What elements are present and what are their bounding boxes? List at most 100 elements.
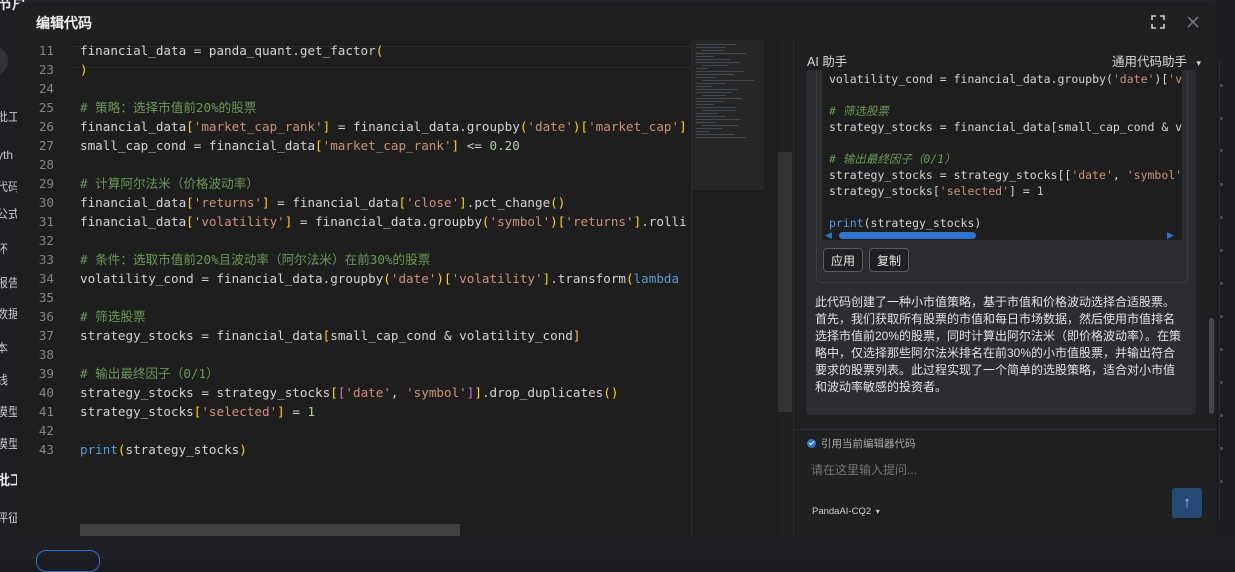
minimap-line bbox=[696, 56, 714, 57]
code-text: print(strategy_stocks) bbox=[80, 442, 247, 457]
model-label: PandaAI-CQ2 bbox=[812, 506, 872, 517]
code-line[interactable]: 41 strategy_stocks['selected'] = 1 bbox=[17, 402, 707, 421]
line-number: 11 bbox=[38, 43, 54, 58]
minimap[interactable] bbox=[691, 40, 780, 536]
minimap-line bbox=[702, 110, 736, 111]
checkbox-checked-icon bbox=[807, 439, 816, 448]
ai-code-block: volatility_cond = financial_data.groupby… bbox=[822, 70, 1182, 240]
background-dot bbox=[1220, 84, 1223, 87]
background-avatar bbox=[0, 46, 8, 76]
close-icon[interactable] bbox=[1185, 14, 1201, 30]
line-number: 39 bbox=[38, 366, 54, 381]
minimap-line bbox=[696, 113, 718, 114]
code-line[interactable]: 28 bbox=[17, 155, 707, 174]
background-button[interactable] bbox=[36, 550, 100, 572]
code-line[interactable]: 39 # 输出最终因子（0/1） bbox=[17, 364, 707, 383]
line-number: 34 bbox=[38, 271, 54, 286]
expand-icon[interactable] bbox=[1150, 14, 1166, 30]
background-dot bbox=[1220, 381, 1223, 384]
background-dot bbox=[1220, 447, 1223, 450]
minimap-line bbox=[696, 137, 746, 138]
minimap-line bbox=[696, 71, 744, 72]
background-bottom-bar bbox=[0, 536, 1235, 559]
send-button[interactable]: ↑ bbox=[1172, 488, 1202, 518]
minimap-line bbox=[702, 65, 728, 66]
reference-editor-code-toggle[interactable]: 引用当前编辑器代码 bbox=[807, 436, 916, 451]
code-line[interactable]: 35 bbox=[17, 288, 707, 307]
minimap-line bbox=[696, 134, 734, 135]
code-line[interactable]: 32 bbox=[17, 231, 707, 250]
code-line[interactable]: 30 financial_data['returns'] = financial_… bbox=[17, 193, 707, 212]
minimap-line bbox=[696, 119, 740, 120]
modal-header: 编辑代码 bbox=[17, 2, 1216, 40]
scroll-right-icon[interactable]: ▶ bbox=[1167, 230, 1174, 240]
chevron-down-icon: ▾ bbox=[875, 507, 880, 516]
code-line[interactable]: 43 print(strategy_stocks) bbox=[17, 440, 707, 459]
minimap-line bbox=[696, 104, 714, 105]
code-line[interactable]: 38 bbox=[17, 345, 707, 364]
assistant-selector-label: 通用代码助手 bbox=[1112, 55, 1188, 69]
ai-assistant-panel: AI 助手 通用代码助手 ▾ volatility_cond = financi… bbox=[793, 40, 1216, 536]
line-number: 41 bbox=[38, 404, 54, 419]
scroll-left-icon[interactable]: ◀ bbox=[825, 230, 832, 240]
minimap-line bbox=[696, 128, 722, 129]
background-dot bbox=[1220, 216, 1223, 219]
ai-message: volatility_cond = financial_data.groupby… bbox=[806, 70, 1196, 415]
code-text: financial_data['returns'] = financial_da… bbox=[80, 195, 566, 210]
ai-code-line: strategy_stocks = financial_data[small_c… bbox=[829, 120, 1182, 134]
minimap-line bbox=[696, 101, 724, 102]
line-number: 32 bbox=[38, 233, 54, 248]
code-line[interactable]: 23) bbox=[17, 60, 707, 79]
background-dot bbox=[1220, 348, 1223, 351]
code-line[interactable]: 40 strategy_stocks = strategy_stocks[['da… bbox=[17, 383, 707, 402]
background-dot bbox=[1220, 315, 1223, 318]
code-line[interactable]: 26 financial_data['market_cap_rank'] = fi… bbox=[17, 117, 707, 136]
editor-vertical-scrollbar[interactable] bbox=[778, 152, 792, 412]
editor-horizontal-scrollbar[interactable] bbox=[80, 524, 460, 536]
minimap-line bbox=[696, 68, 708, 69]
code-line[interactable]: 33 # 条件：选取市值前20%且波动率（阿尔法米）在前30%的股票 bbox=[17, 250, 707, 269]
ai-code-card: volatility_cond = financial_data.groupby… bbox=[816, 70, 1188, 283]
code-line[interactable]: 25 # 策略：选择市值前20%的股票 bbox=[17, 98, 707, 117]
code-line[interactable]: 37 strategy_stocks = financial_data[small… bbox=[17, 326, 707, 345]
line-number: 33 bbox=[38, 252, 54, 267]
minimap-line bbox=[696, 59, 730, 60]
ai-input-divider bbox=[794, 429, 1216, 430]
code-text: small_cap_cond = financial_data['market_… bbox=[80, 138, 520, 153]
minimap-line bbox=[696, 47, 726, 48]
code-line[interactable]: 11 financial_data = panda_quant.get_facto… bbox=[17, 41, 707, 60]
code-text: # 条件：选取市值前20%且波动率（阿尔法米）在前30%的股票 bbox=[80, 252, 431, 267]
minimap-line bbox=[696, 89, 738, 90]
code-text: strategy_stocks = financial_data[small_c… bbox=[80, 328, 581, 343]
minimap-line bbox=[702, 80, 754, 81]
background-sidebar: 节户批工yth代码公式环报告数据本线模型模型批工评征 bbox=[0, 0, 26, 559]
minimap-line bbox=[702, 50, 724, 51]
model-selector[interactable]: PandaAI-CQ2 ▾ bbox=[812, 506, 880, 517]
code-line[interactable]: 42 bbox=[17, 421, 707, 440]
ai-code-scrollbar[interactable] bbox=[839, 232, 976, 239]
code-line[interactable]: 24 bbox=[17, 79, 707, 98]
modal-title: 编辑代码 bbox=[36, 15, 92, 31]
ai-code-line: # 输出最终因子（0/1） bbox=[829, 152, 956, 166]
minimap-line bbox=[696, 62, 740, 63]
background-dot bbox=[1220, 414, 1223, 417]
code-line[interactable]: 31 financial_data['volatility'] = financi… bbox=[17, 212, 707, 231]
code-editor[interactable]: 11 financial_data = panda_quant.get_facto… bbox=[17, 40, 780, 536]
background-nav-fragment: 线 bbox=[0, 373, 9, 387]
minimap-line bbox=[696, 74, 734, 75]
code-line[interactable]: 34 volatility_cond = financial_data.group… bbox=[17, 269, 707, 288]
code-line[interactable]: 36 # 筛选股票 bbox=[17, 307, 707, 326]
prompt-input[interactable] bbox=[811, 463, 1131, 477]
apply-button[interactable]: 应用 bbox=[823, 248, 864, 272]
assistant-selector[interactable]: 通用代码助手 ▾ bbox=[1112, 51, 1201, 70]
code-text: financial_data = panda_quant.get_factor( bbox=[80, 43, 384, 58]
code-line[interactable]: 29 # 计算阿尔法米（价格波动率） bbox=[17, 174, 707, 193]
line-number: 35 bbox=[38, 290, 54, 305]
line-number: 24 bbox=[38, 81, 54, 96]
ai-panel-title: AI 助手 bbox=[807, 55, 848, 69]
background-nav-fragment: 本 bbox=[0, 341, 9, 355]
ai-panel-scrollbar[interactable] bbox=[1209, 318, 1214, 414]
code-line[interactable]: 27 small_cap_cond = financial_data['marke… bbox=[17, 136, 707, 155]
line-number: 28 bbox=[38, 157, 54, 172]
copy-button[interactable]: 复制 bbox=[869, 248, 910, 272]
